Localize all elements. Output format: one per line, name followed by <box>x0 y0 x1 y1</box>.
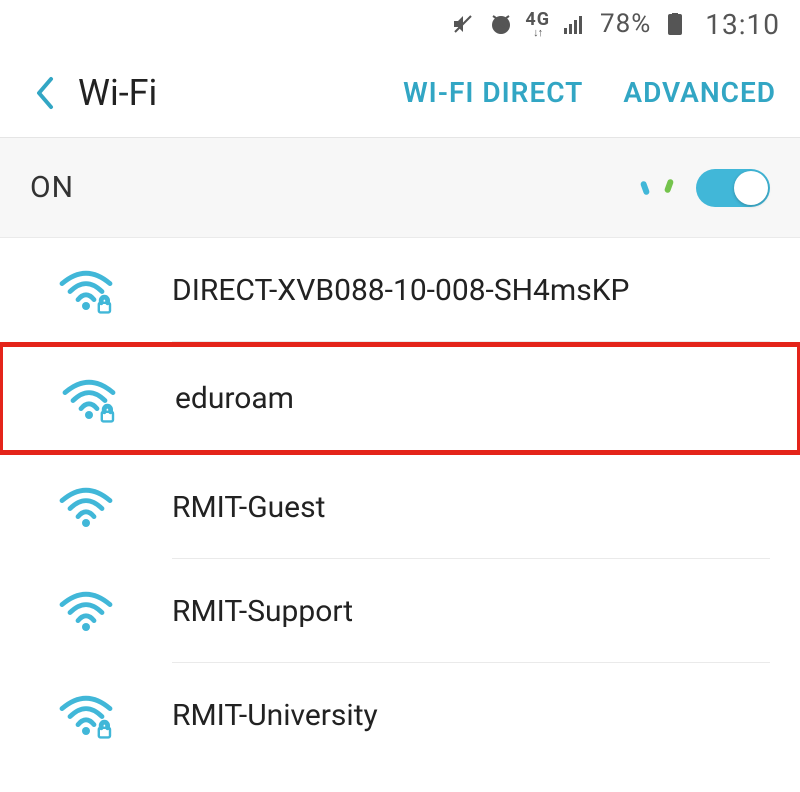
statusbar: 4G ↓↑ 78% 13:10 <box>0 0 800 48</box>
battery-icon <box>661 10 689 38</box>
signal-icon <box>560 10 588 38</box>
network-ssid: eduroam <box>175 381 294 416</box>
network-ssid: RMIT-University <box>172 698 378 733</box>
wifi-signal-icon <box>0 690 172 740</box>
advanced-button[interactable]: ADVANCED <box>623 76 776 109</box>
page-title: Wi-Fi <box>78 72 157 114</box>
wifi-state-label: ON <box>30 170 74 205</box>
alarm-icon <box>487 10 515 38</box>
network-ssid: DIRECT-XVB088-10-008-SH4msKP <box>172 273 629 308</box>
network-type: 4G ↓↑ <box>525 11 550 38</box>
network-item[interactable]: RMIT-Support <box>0 559 800 663</box>
chevron-left-icon <box>33 75 55 111</box>
wifi-signal-icon <box>0 586 172 636</box>
network-item[interactable]: RMIT-University <box>0 663 800 767</box>
mute-icon <box>449 10 477 38</box>
wifi-direct-button[interactable]: WI-FI DIRECT <box>403 76 583 109</box>
back-button[interactable] <box>24 73 64 113</box>
network-ssid: RMIT-Support <box>172 594 353 629</box>
toggle-knob <box>734 171 768 205</box>
network-list: DIRECT-XVB088-10-008-SH4msKP eduroam RMI… <box>0 238 800 767</box>
clock: 13:10 <box>705 8 780 41</box>
network-item[interactable]: eduroam <box>0 342 800 455</box>
battery-percent: 78% <box>600 9 651 39</box>
scanning-spinner <box>642 173 672 203</box>
wifi-signal-icon <box>0 482 172 532</box>
network-ssid: RMIT-Guest <box>172 490 325 525</box>
network-item[interactable]: RMIT-Guest <box>0 455 800 559</box>
appbar: Wi-Fi WI-FI DIRECT ADVANCED <box>0 48 800 138</box>
wifi-toggle[interactable] <box>696 169 770 207</box>
wifi-signal-icon <box>0 265 172 315</box>
network-item[interactable]: DIRECT-XVB088-10-008-SH4msKP <box>0 238 800 342</box>
wifi-signal-icon <box>3 374 175 424</box>
wifi-toggle-row: ON <box>0 138 800 238</box>
